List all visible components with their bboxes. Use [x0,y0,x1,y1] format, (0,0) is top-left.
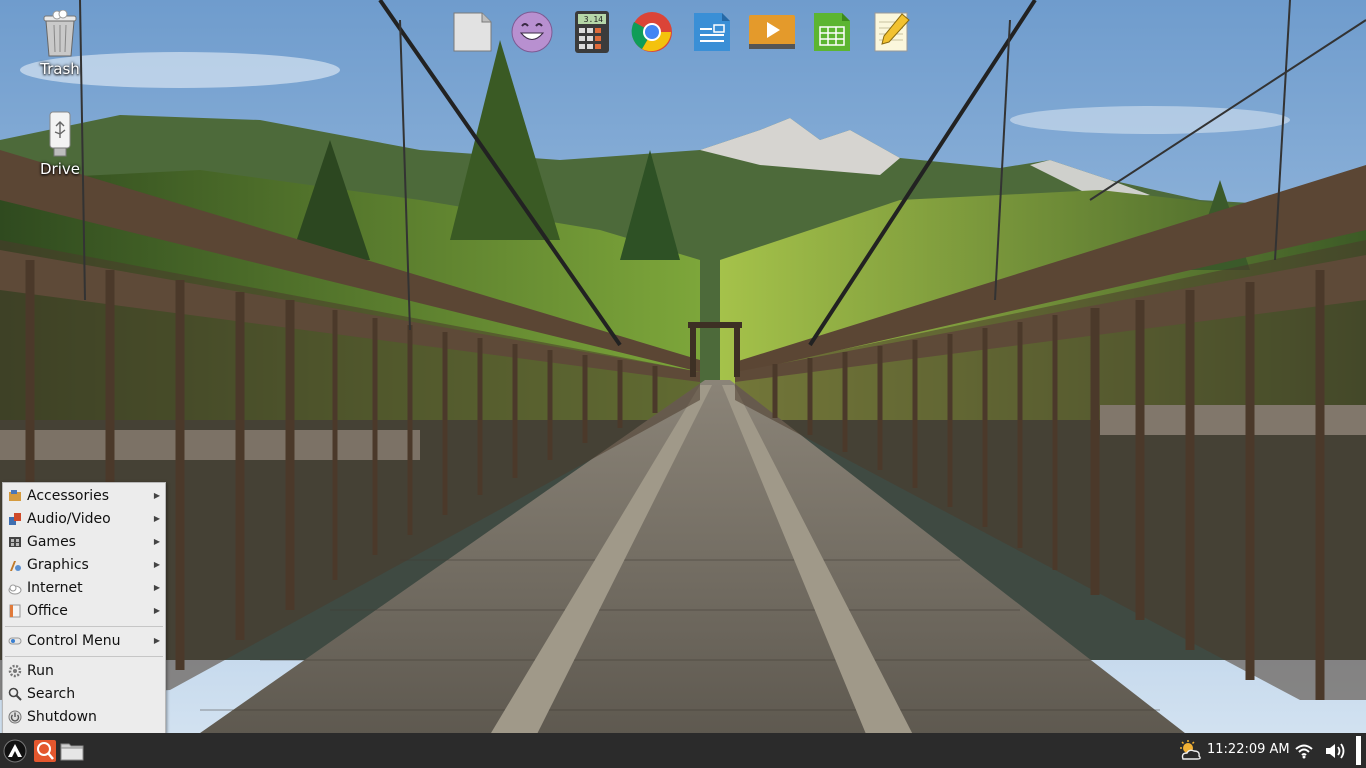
menu-item-run[interactable]: Run [3,660,165,682]
taskbar-clock[interactable]: 11:22:09 AM [1207,733,1290,768]
app-finder-icon [34,740,56,762]
menu-separator [5,626,163,627]
spreadsheet-icon [814,13,850,51]
submenu-arrow-icon: ▶ [153,514,160,523]
submenu-arrow-icon: ▶ [153,537,160,546]
menu-item-label: Audio/Video [27,511,111,527]
submenu-arrow-icon: ▶ [153,491,160,500]
start-menu-button[interactable] [2,738,28,764]
files-icon [453,12,492,52]
writer-document-icon [694,13,730,51]
start-menu-logo-icon [3,739,27,763]
usb-drive-icon [49,111,71,157]
menu-item-internet[interactable]: Internet ▶ [3,577,165,599]
menu-item-search[interactable]: Search [3,683,165,705]
trash-icon [43,10,77,57]
menu-item-control-menu[interactable]: Control Menu ▶ [3,630,165,652]
desktop-icon-trash[interactable]: Trash [20,10,100,78]
taskbar: 11:22:09 AM [0,733,1366,768]
submenu-arrow-icon: ▶ [153,583,160,592]
weather-partly-cloudy-icon [1180,740,1201,760]
menu-item-audio-video[interactable]: Audio/Video ▶ [3,508,165,530]
menu-item-label: Search [27,686,76,702]
menu-item-office[interactable]: Office ▶ [3,600,165,622]
dock: 3.14 [448,8,916,60]
file-manager-button[interactable] [59,738,85,764]
volume-button[interactable] [1323,738,1349,764]
menu-item-graphics[interactable]: Graphics ▶ [3,554,165,576]
power-icon [7,709,23,725]
submenu-arrow-icon: ▶ [153,560,160,569]
dock-pidgin[interactable] [508,8,556,56]
menu-separator [5,656,163,657]
dock-files[interactable] [448,8,496,56]
volume-icon [1326,743,1345,759]
menu-item-shutdown[interactable]: Shutdown [3,706,165,728]
desktop-icon-label: Trash [40,60,80,78]
graphics-icon [7,557,23,573]
menu-item-label: Graphics [27,557,89,573]
menu-item-label: Shutdown [27,709,97,725]
network-button[interactable] [1293,738,1315,764]
submenu-arrow-icon: ▶ [153,636,160,645]
media-player-icon [749,15,795,49]
text-editor-icon [874,12,910,52]
games-icon [7,534,23,550]
menu-item-accessories[interactable]: Accessories ▶ [3,485,165,507]
menu-item-label: Accessories [27,488,110,504]
dock-media-player[interactable] [748,8,796,56]
menu-item-games[interactable]: Games ▶ [3,531,165,553]
office-icon [7,603,23,619]
dock-text-editor[interactable] [868,8,916,56]
menu-item-label: Games [27,534,76,550]
accessories-icon [7,488,23,504]
search-icon [7,686,23,702]
run-gear-icon [7,663,23,679]
desktop-icon-label: Drive [40,160,80,178]
application-menu: Accessories ▶ Audio/Video ▶ Games ▶ Grap… [2,482,166,734]
show-desktop-button[interactable] [1356,736,1361,765]
menu-item-label: Internet [27,580,83,596]
calculator-icon: 3.14 [575,11,609,53]
dock-spreadsheet[interactable] [808,8,856,56]
desktop-wallpaper [0,0,1366,768]
control-menu-icon [7,633,23,649]
audio-video-icon [7,511,23,527]
wifi-icon [1295,744,1313,759]
chrome-icon [631,12,672,52]
submenu-arrow-icon: ▶ [153,606,160,615]
menu-item-label: Office [27,603,68,619]
desktop-icon-drive[interactable]: Drive [20,110,100,178]
dock-chrome[interactable] [628,8,676,56]
pidgin-smiley-icon [511,11,553,53]
app-finder-button[interactable] [32,738,58,764]
file-manager-icon [60,743,84,761]
menu-item-label: Run [27,663,54,679]
dock-writer[interactable] [688,8,736,56]
dock-calculator[interactable]: 3.14 [568,8,616,56]
calculator-display: 3.14 [584,15,603,24]
internet-icon [7,580,23,596]
menu-item-label: Control Menu [27,633,121,649]
weather-widget[interactable] [1176,738,1204,764]
